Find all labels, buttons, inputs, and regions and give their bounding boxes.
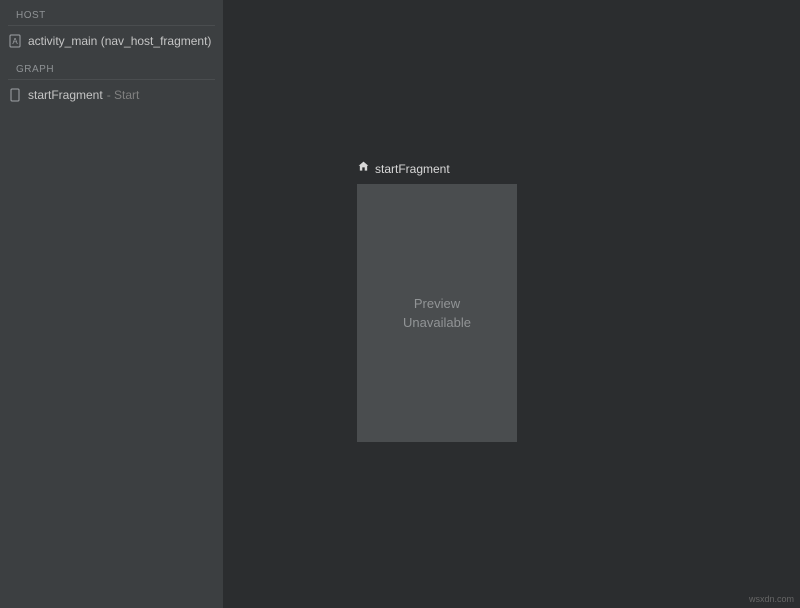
svg-text:A: A	[12, 37, 18, 46]
fragment-icon	[8, 88, 22, 102]
graph-item-suffix: - Start	[107, 88, 140, 102]
preview-text-line2: Unavailable	[403, 313, 471, 333]
sidebar: HOST A activity_main (nav_host_fragment)…	[0, 0, 224, 608]
fragment-node[interactable]: startFragment Preview Unavailable	[357, 160, 517, 442]
graph-item-label: startFragment	[28, 88, 103, 102]
preview-text-line1: Preview	[414, 294, 460, 314]
home-icon	[357, 160, 370, 178]
fragment-title: startFragment	[375, 162, 450, 176]
fragment-preview[interactable]: Preview Unavailable	[357, 184, 517, 442]
watermark: wsxdn.com	[749, 594, 794, 604]
host-item[interactable]: A activity_main (nav_host_fragment)	[0, 30, 223, 52]
graph-section-header: GRAPH	[8, 60, 215, 80]
fragment-header: startFragment	[357, 160, 517, 178]
activity-icon: A	[8, 34, 22, 48]
nav-canvas[interactable]: startFragment Preview Unavailable wsxdn.…	[224, 0, 800, 608]
graph-item[interactable]: startFragment - Start	[0, 84, 223, 106]
host-section-header: HOST	[8, 6, 215, 26]
host-item-label: activity_main (nav_host_fragment)	[28, 34, 211, 48]
